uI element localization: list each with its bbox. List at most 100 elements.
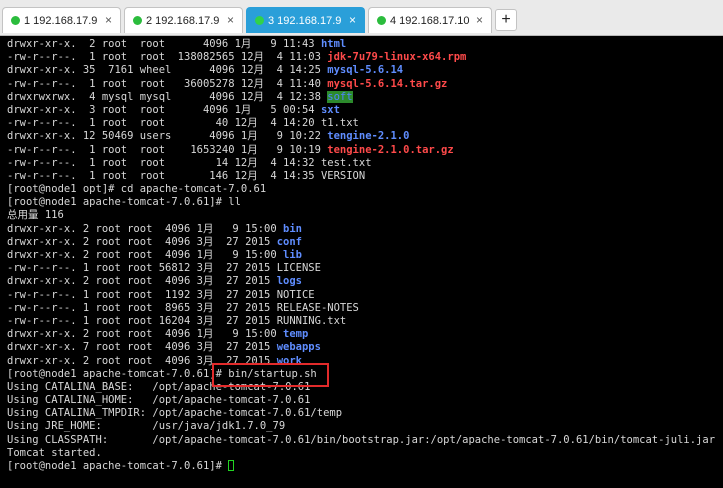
- terminal-line: -rw-r--r--. 1 root root 40 12月 4 14:20 t…: [7, 117, 723, 130]
- file-name: work: [276, 354, 302, 367]
- text-cursor: [228, 460, 235, 471]
- terminal-line: Using CATALINA_HOME: /opt/apache-tomcat-…: [7, 394, 723, 407]
- file-name: tengine-2.1.0: [327, 130, 410, 143]
- terminal-line: drwxr-xr-x. 3 root root 4096 1月 5 00:54 …: [7, 104, 723, 117]
- terminal-line: [root@node1 opt]# cd apache-tomcat-7.0.6…: [7, 183, 723, 196]
- terminal-line: drwxr-xr-x. 2 root root 4096 1月 9 15:00 …: [7, 328, 723, 341]
- terminal-line: drwxrwxrwx. 4 mysql mysql 4096 12月 4 12:…: [7, 90, 723, 104]
- close-icon[interactable]: ×: [105, 14, 112, 26]
- tab-label: 3 192.168.17.9: [268, 14, 342, 27]
- terminal-line-text: Using JRE_HOME: /usr/java/jdk1.7.0_79: [7, 420, 286, 433]
- terminal-line: Using JRE_HOME: /usr/java/jdk1.7.0_79: [7, 420, 723, 433]
- terminal-line-text: drwxr-xr-x. 12 50469 users 4096 1月 9 10:…: [7, 130, 328, 143]
- tab-session-1[interactable]: 1 192.168.17.9 ×: [2, 7, 121, 33]
- connected-status-icon: [133, 16, 142, 25]
- terminal-line-text: Using CLASSPATH: /opt/apache-tomcat-7.0.…: [7, 433, 716, 446]
- terminal-line-text: drwxrwxrwx. 4 mysql mysql 4096 12月 4 12:…: [7, 90, 328, 103]
- terminal-line-text: -rw-r--r--. 1 root root 1192 3月 27 2015: [7, 288, 277, 301]
- file-name: RELEASE-NOTES: [276, 301, 359, 314]
- terminal-line-text: Tomcat started.: [7, 446, 102, 459]
- terminal-line-text: -rw-r--r--. 1 root root 40 12月 4 14:20: [7, 117, 321, 130]
- terminal-line-text: -rw-r--r--. 1 root root 36005278 12月 4 1…: [7, 77, 328, 90]
- terminal-line: -rw-r--r--. 1 root root 1192 3月 27 2015 …: [7, 289, 723, 302]
- terminal-line: 总用量 116: [7, 209, 723, 222]
- terminal-line-text: -rw-r--r--. 1 root root 16204 3月 27 2015: [7, 314, 277, 327]
- file-name: VERSION: [320, 169, 366, 182]
- terminal-line-text: [root@node1 apache-tomcat-7.0.61]# bin/s…: [7, 367, 317, 380]
- terminal-line: drwxr-xr-x. 2 root root 4096 1月 9 15:00 …: [7, 223, 723, 236]
- terminal-line-text: -rw-r--r--. 1 root root 138082565 12月 4 …: [7, 51, 328, 64]
- terminal-line-text: Using CATALINA_HOME: /opt/apache-tomcat-…: [7, 394, 311, 407]
- terminal-line-text: drwxr-xr-x. 2 root root 4096 1月 9 15:00: [7, 249, 284, 261]
- terminal-line: drwxr-xr-x. 12 50469 users 4096 1月 9 10:…: [7, 130, 723, 143]
- terminal-line: -rw-r--r--. 1 root root 16204 3月 27 2015…: [7, 315, 723, 328]
- file-name: jdk-7u79-linux-x64.rpm: [327, 51, 467, 64]
- connected-status-icon: [11, 16, 20, 25]
- file-name: sxt: [320, 103, 340, 116]
- file-name: mysql-5.6.14.tar.gz: [327, 77, 448, 90]
- terminal-line-text: -rw-r--r--. 1 root root 146 12月 4 14:35: [7, 169, 321, 182]
- file-name: LICENSE: [276, 262, 321, 275]
- terminal-line: Using CATALINA_BASE: /opt/apache-tomcat-…: [7, 381, 723, 394]
- close-icon[interactable]: ×: [227, 14, 234, 26]
- file-name: html: [320, 38, 347, 50]
- file-name: NOTICE: [276, 288, 315, 301]
- file-name: temp: [283, 328, 309, 341]
- terminal-line-text: -rw-r--r--. 1 root root 8965 3月 27 2015: [7, 301, 277, 314]
- terminal-line-text: drwxr-xr-x. 2 root root 4096 3月 27 2015: [7, 275, 277, 288]
- file-name: test.txt: [320, 156, 372, 169]
- terminal-line: -rw-r--r--. 1 root root 36005278 12月 4 1…: [7, 78, 723, 91]
- terminal-line: -rw-r--r--. 1 root root 138082565 12月 4 …: [7, 51, 723, 64]
- prompt-line[interactable]: [root@node1 apache-tomcat-7.0.61]#: [7, 460, 723, 473]
- terminal-line-text: Using CATALINA_TMPDIR: /opt/apache-tomca…: [7, 407, 343, 420]
- tab-label: 4 192.168.17.10: [390, 14, 470, 27]
- terminal-line-text: drwxr-xr-x. 2 root root 4096 1月 9 11:43: [7, 38, 321, 50]
- terminal-line: Tomcat started.: [7, 447, 723, 460]
- tab-session-2[interactable]: 2 192.168.17.9 ×: [124, 7, 243, 33]
- terminal-line: drwxr-xr-x. 2 root root 4096 3月 27 2015 …: [7, 236, 723, 249]
- file-name: RUNNING.txt: [276, 314, 347, 327]
- terminal-line: -rw-r--r--. 1 root root 56812 3月 27 2015…: [7, 262, 723, 275]
- file-name: soft: [327, 90, 353, 103]
- add-tab-button[interactable]: +: [495, 9, 517, 31]
- terminal-line: drwxr-xr-x. 35 7161 wheel 4096 12月 4 14:…: [7, 64, 723, 77]
- terminal-line-text: -rw-r--r--. 1 root root 1653240 1月 9 10:…: [7, 143, 328, 156]
- terminal-line-text: drwxr-xr-x. 3 root root 4096 1月 5 00:54: [7, 103, 321, 116]
- terminal-line-text: -rw-r--r--. 1 root root 56812 3月 27 2015: [7, 262, 277, 275]
- terminal-line: -rw-r--r--. 1 root root 8965 3月 27 2015 …: [7, 302, 723, 315]
- terminal-line: drwxr-xr-x. 2 root root 4096 3月 27 2015 …: [7, 355, 723, 368]
- terminal-output[interactable]: drwxr-xr-x. 2 root root 4096 1月 9 11:43 …: [7, 38, 723, 488]
- terminal-line-text: drwxr-xr-x. 35 7161 wheel 4096 12月 4 14:…: [7, 64, 328, 77]
- close-icon[interactable]: ×: [349, 14, 356, 26]
- terminal-line: -rw-r--r--. 1 root root 1653240 1月 9 10:…: [7, 144, 723, 157]
- terminal-line: -rw-r--r--. 1 root root 14 12月 4 14:32 t…: [7, 157, 723, 170]
- shell-prompt: [root@node1 apache-tomcat-7.0.61]#: [7, 460, 229, 472]
- tab-bar: 1 192.168.17.9 × 2 192.168.17.9 × 3 192.…: [0, 0, 723, 36]
- terminal-line: Using CATALINA_TMPDIR: /opt/apache-tomca…: [7, 407, 723, 420]
- terminal-line-text: drwxr-xr-x. 2 root root 4096 3月 27 2015: [7, 354, 277, 367]
- terminal-line-text: drwxr-xr-x. 2 root root 4096 3月 27 2015: [7, 235, 277, 248]
- terminal-line-text: drwxr-xr-x. 7 root root 4096 3月 27 2015: [7, 341, 277, 354]
- file-name: webapps: [276, 341, 321, 354]
- file-name: conf: [276, 235, 302, 248]
- file-name: t1.txt: [320, 117, 359, 130]
- terminal-line: Using CLASSPATH: /opt/apache-tomcat-7.0.…: [7, 434, 723, 447]
- file-name: bin: [283, 222, 302, 235]
- connected-status-icon: [377, 16, 386, 25]
- terminal-line-text: [root@node1 opt]# cd apache-tomcat-7.0.6…: [7, 183, 267, 196]
- terminal-line: drwxr-xr-x. 2 root root 4096 1月 9 11:43 …: [7, 38, 723, 51]
- terminal-line: -rw-r--r--. 1 root root 146 12月 4 14:35 …: [7, 170, 723, 183]
- file-name: mysql-5.6.14: [327, 64, 404, 77]
- terminal-line-text: [root@node1 apache-tomcat-7.0.61]# ll: [7, 196, 241, 209]
- tab-session-3[interactable]: 3 192.168.17.9 ×: [246, 7, 365, 33]
- terminal-line-text: drwxr-xr-x. 2 root root 4096 1月 9 15:00: [7, 222, 284, 235]
- terminal-line-text: drwxr-xr-x. 2 root root 4096 1月 9 15:00: [7, 328, 284, 341]
- terminal-line: drwxr-xr-x. 2 root root 4096 1月 9 15:00 …: [7, 249, 723, 262]
- file-name: logs: [276, 275, 302, 288]
- tab-label: 1 192.168.17.9: [24, 14, 98, 27]
- connected-status-icon: [255, 16, 264, 25]
- tab-session-4[interactable]: 4 192.168.17.10 ×: [368, 7, 492, 33]
- terminal-line: drwxr-xr-x. 7 root root 4096 3月 27 2015 …: [7, 341, 723, 354]
- close-icon[interactable]: ×: [476, 14, 483, 26]
- terminal-line-text: Using CATALINA_BASE: /opt/apache-tomcat-…: [7, 380, 311, 393]
